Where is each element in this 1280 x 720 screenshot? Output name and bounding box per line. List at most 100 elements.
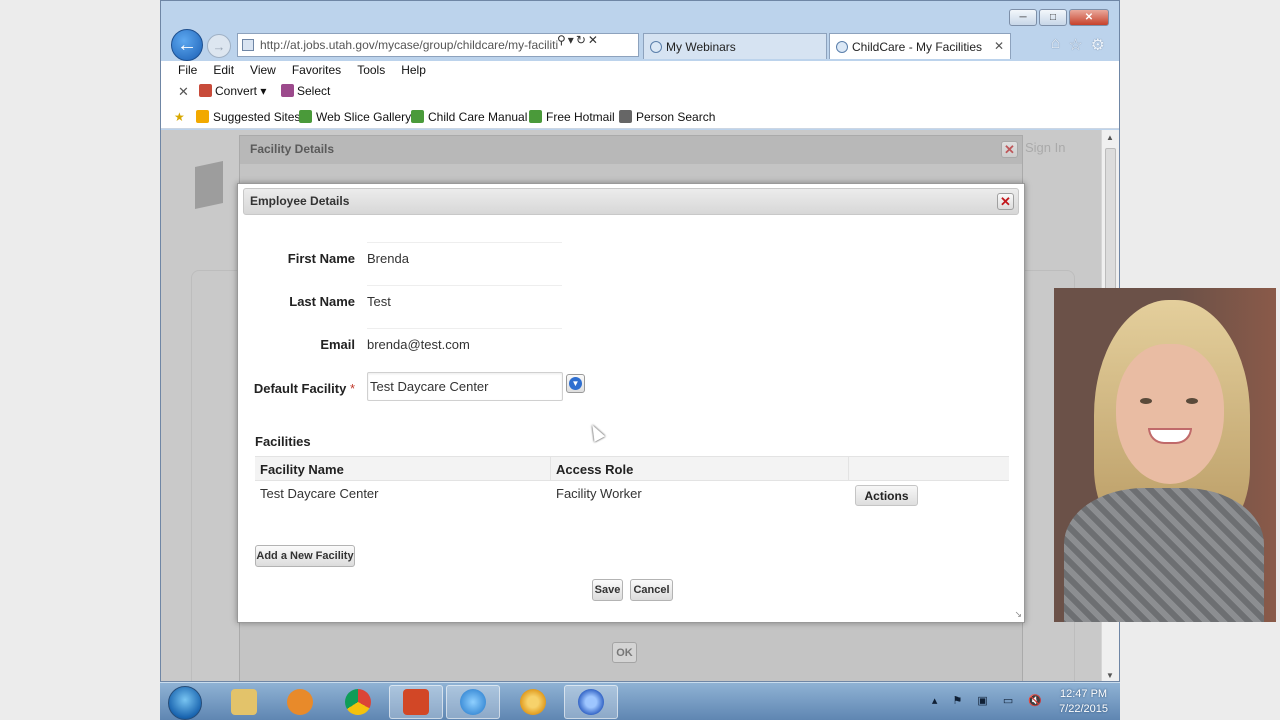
cancel-button[interactable]: Cancel [630,579,673,601]
gotowebinar-taskbar-button[interactable] [564,685,618,719]
internet-explorer-taskbar-button[interactable] [446,685,500,719]
save-button[interactable]: Save [592,579,623,601]
close-toolbar-icon[interactable]: ✕ [178,84,189,100]
cell-facility-name: Test Daycare Center [260,486,379,501]
chrome-taskbar-button[interactable] [331,685,385,719]
favorites-star-icon[interactable]: ★ [174,110,185,124]
facilities-heading: Facilities [255,434,311,449]
default-facility-label-text: Default Facility [253,381,347,396]
fav-suggested-sites[interactable]: Suggested Sites [196,110,300,124]
close-tab-icon[interactable]: ✕ [994,39,1004,53]
select-label: Select [297,84,331,98]
menu-favorites[interactable]: Favorites [292,61,341,81]
close-icon[interactable]: ✕ [1001,141,1018,158]
column-actions [849,457,1009,480]
tab-my-webinars[interactable]: My Webinars [643,33,827,59]
left-margin [0,0,160,720]
internet-explorer-icon [460,689,486,715]
email-value: brenda@test.com [367,328,562,352]
scroll-thumb[interactable] [1105,148,1116,298]
add-new-facility-button[interactable]: Add a New Facility [255,545,355,567]
presenter-eye [1186,398,1198,404]
explorer-taskbar-button[interactable] [217,685,271,719]
powerpoint-icon [403,689,429,715]
tab-childcare-my-facilities[interactable]: ChildCare - My Facilities ✕ [829,33,1011,59]
fav-free-hotmail[interactable]: Free Hotmail [529,110,615,124]
settings-gear-icon[interactable]: ⚙ [1091,35,1105,55]
system-tray-icons[interactable]: ▴ ⚑ ▣ ▭ 🔇 [932,694,1048,707]
scroll-down-icon[interactable]: ▼ [1106,671,1114,680]
system-clock[interactable]: 12:47 PM 7/22/2015 [1059,687,1108,717]
media-player-taskbar-button[interactable] [273,685,327,719]
command-bar: ✕ Convert ▾ Select [161,81,1119,105]
menu-view[interactable]: View [250,61,276,81]
address-actions[interactable]: ⚲▾↻✕ [557,33,600,47]
tab-label: ChildCare - My Facilities [852,40,983,54]
column-facility-name[interactable]: Facility Name [255,457,551,480]
back-arrow-icon[interactable]: ← [171,29,203,61]
scroll-up-icon[interactable]: ▲ [1106,133,1114,142]
powerpoint-taskbar-button[interactable] [389,685,443,719]
fav-person-search[interactable]: Person Search [619,110,715,124]
clock-date: 7/22/2015 [1059,703,1108,715]
webinar-tab-icon [650,41,662,53]
default-facility-select[interactable]: Test Daycare Center [367,372,563,401]
dialog-title-text: Facility Details [250,142,335,156]
forward-arrow-icon[interactable]: → [207,34,231,58]
favorites-star-icon[interactable]: ☆ [1068,35,1082,55]
flower-app-icon [520,689,546,715]
presenter-eye [1140,398,1152,404]
tab-label: My Webinars [666,40,736,54]
fav-label: Person Search [636,110,716,124]
menu-help[interactable]: Help [401,61,426,81]
media-player-icon [287,689,313,715]
ie-page-icon [529,110,542,123]
employee-dialog-title: Employee Details ✕ [243,188,1019,215]
column-access-role[interactable]: Access Role [551,457,849,480]
convert-button[interactable]: Convert ▾ [199,84,266,98]
home-icon[interactable]: ⌂ [1051,35,1061,55]
maximize-icon[interactable]: □ [1039,9,1067,26]
webinar-app-taskbar-button[interactable] [506,685,560,719]
screen: ─ □ ✕ ← → http://at.jobs.utah.gov/mycase… [0,0,1280,720]
fav-child-care-manual[interactable]: Child Care Manual [411,110,527,124]
sign-in-link[interactable]: Sign In [1025,140,1065,155]
select-icon [281,84,294,97]
dialog-title-text: Employee Details [250,194,350,208]
window-controls: ─ □ ✕ [1009,9,1109,26]
chrome-icon [345,689,371,715]
resize-grip-icon[interactable]: ↘ [1014,609,1022,620]
close-window-icon[interactable]: ✕ [1069,9,1109,26]
first-name-value: Brenda [367,242,562,266]
ok-button[interactable]: OK [612,642,637,663]
navigation-bar: ← → http://at.jobs.utah.gov/mycase/group… [167,29,1113,61]
fav-web-slice-gallery[interactable]: Web Slice Gallery [299,110,411,124]
menu-edit[interactable]: Edit [213,61,234,81]
address-text: http://at.jobs.utah.gov/mycase/group/chi… [260,38,559,52]
menu-tools[interactable]: Tools [357,61,385,81]
last-name-value: Test [367,285,562,309]
minimize-icon[interactable]: ─ [1009,9,1037,26]
menu-file[interactable]: File [178,61,197,81]
required-asterisk: * [349,381,355,396]
cell-access-role: Facility Worker [556,486,642,501]
windows-taskbar: ▴ ⚑ ▣ ▭ 🔇 12:47 PM 7/22/2015 [160,682,1120,720]
email-label: Email [320,337,355,352]
fav-label: Child Care Manual [428,110,528,124]
actions-button[interactable]: Actions [855,485,918,506]
facility-dialog-title: Facility Details ✕ [240,136,1022,164]
fav-label: Free Hotmail [546,110,615,124]
ie-page-icon [299,110,312,123]
first-name-label: First Name [287,251,355,266]
page-favicon-icon [242,39,254,51]
close-icon[interactable]: ✕ [997,193,1014,210]
favorites-bar: ★ Suggested Sites Web Slice Gallery Chil… [161,105,1119,129]
person-search-icon [619,110,632,123]
dropdown-toggle-button[interactable]: ▼ [566,374,585,393]
start-button-icon[interactable] [168,686,202,720]
presenter-face [1116,344,1224,484]
menu-bar: File Edit View Favorites Tools Help [161,61,1119,81]
convert-label: Convert [215,84,258,98]
browser-toolbar-icons: ⌂ ☆ ⚙ [1051,35,1105,55]
select-button[interactable]: Select [281,84,330,98]
